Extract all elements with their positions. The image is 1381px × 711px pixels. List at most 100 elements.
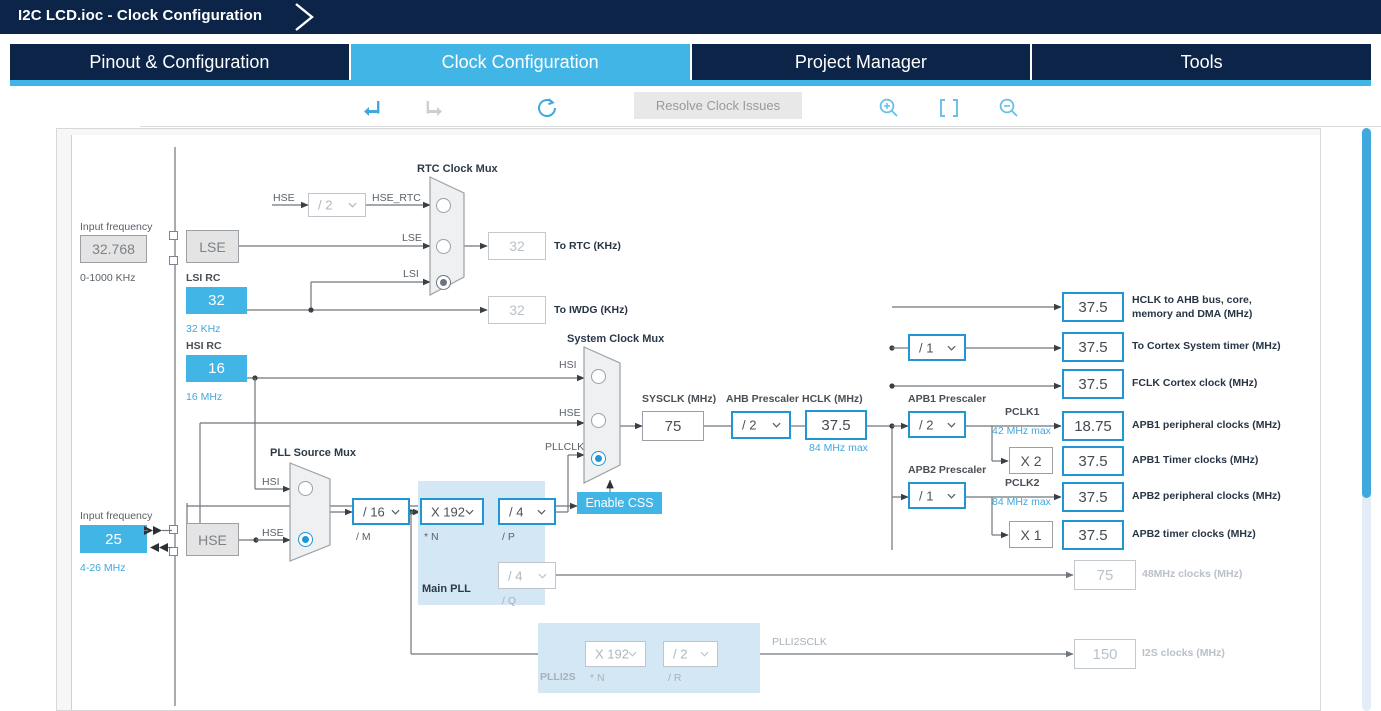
redo-icon[interactable] bbox=[420, 95, 446, 121]
lse-oscillator-block[interactable]: LSE bbox=[186, 230, 239, 263]
pll-p-divider-value: / 4 bbox=[509, 504, 524, 519]
zoom-in-icon[interactable] bbox=[876, 95, 902, 121]
hse-rtc-divider-select[interactable]: / 2 bbox=[308, 193, 366, 217]
chevron-down-icon bbox=[947, 422, 956, 428]
apb1-peripheral-clocks-value: 18.75 bbox=[1062, 411, 1124, 441]
chevron-down-icon bbox=[391, 509, 400, 515]
lsi-rc-value[interactable]: 32 bbox=[186, 287, 247, 314]
reset-icon[interactable] bbox=[534, 95, 560, 121]
i2s-clocks-value: 150 bbox=[1074, 639, 1136, 669]
fit-to-screen-icon[interactable] bbox=[936, 95, 962, 121]
pclk1-max-label: 42 MHz max bbox=[992, 425, 1051, 437]
resolve-clock-issues-button[interactable]: Resolve Clock Issues bbox=[634, 92, 802, 119]
plli2s-n-multiplier-label: * N bbox=[590, 672, 605, 684]
apb1-timer-clocks-value: 37.5 bbox=[1062, 446, 1124, 476]
tab-pinout-configuration[interactable]: Pinout & Configuration bbox=[10, 44, 351, 80]
apb2-prescaler-select[interactable]: / 1 bbox=[908, 482, 966, 509]
hclk-title: HCLK (MHz) bbox=[802, 393, 863, 405]
tab-clock-configuration[interactable]: Clock Configuration bbox=[350, 44, 692, 80]
clock-tree-canvas[interactable]: Input frequency 32.768 0-1000 KHz LSE LS… bbox=[71, 135, 1320, 710]
pll-source-mux-option-hse[interactable] bbox=[298, 532, 313, 547]
breadcrumb-chevron-icon bbox=[295, 3, 314, 31]
window-title: I2C LCD.ioc - Clock Configuration bbox=[18, 7, 263, 24]
apb1-timer-multiplier: X 2 bbox=[1009, 447, 1053, 474]
pll-q-divider-select[interactable]: / 4 bbox=[498, 562, 556, 589]
pll-m-divider-select[interactable]: / 16 bbox=[352, 498, 410, 525]
hse-rtc-divider-input-label: HSE bbox=[273, 192, 295, 204]
pll-source-mux-hsi-label: HSI bbox=[262, 476, 280, 488]
apb2-timer-clocks-label: APB2 timer clocks (MHz) bbox=[1132, 528, 1256, 540]
clk48-output-label: 48MHz clocks (MHz) bbox=[1142, 568, 1243, 580]
plli2s-n-multiplier-value: X 192 bbox=[595, 646, 629, 662]
title-bar: I2C LCD.ioc - Clock Configuration bbox=[0, 0, 1381, 34]
hclk-ahb-output-value: 37.5 bbox=[1062, 292, 1124, 322]
plli2s-r-divider-value: / 2 bbox=[673, 646, 688, 662]
pll-p-divider-label: / P bbox=[502, 531, 515, 543]
rtc-mux-option-hse-rtc[interactable] bbox=[436, 198, 451, 213]
rtc-mux-option-lsi[interactable] bbox=[436, 275, 451, 290]
plli2s-n-multiplier-select[interactable]: X 192 bbox=[585, 641, 646, 667]
vertical-scrollbar-thumb[interactable] bbox=[1362, 128, 1371, 498]
system-clock-mux-option-hse[interactable] bbox=[591, 413, 606, 428]
apb1-prescaler-value: / 2 bbox=[919, 417, 934, 432]
hsi-rc-value[interactable]: 16 bbox=[186, 355, 247, 382]
apb1-peripheral-clocks-label: APB1 peripheral clocks (MHz) bbox=[1132, 419, 1281, 431]
plli2s-r-divider-select[interactable]: / 2 bbox=[663, 641, 718, 667]
sysclk-value: 75 bbox=[642, 411, 704, 441]
lse-pin-top bbox=[169, 231, 178, 240]
pll-source-mux-option-hsi[interactable] bbox=[298, 481, 313, 496]
i2s-clocks-label: I2S clocks (MHz) bbox=[1142, 647, 1225, 659]
system-clock-mux-hse-label: HSE bbox=[559, 407, 581, 419]
hclk-max-label: 84 MHz max bbox=[809, 442, 868, 454]
toolbar-divider bbox=[140, 126, 1381, 127]
hse-input-frequency-value[interactable]: 25 bbox=[80, 525, 147, 553]
undo-icon[interactable] bbox=[360, 95, 386, 121]
enable-css-button[interactable]: Enable CSS bbox=[577, 492, 662, 514]
lse-input-frequency-value[interactable]: 32.768 bbox=[80, 235, 147, 263]
pll-n-multiplier-label: * N bbox=[424, 531, 439, 543]
hse-input-frequency-label: Input frequency bbox=[80, 510, 153, 522]
cortex-system-timer-divider-select[interactable]: / 1 bbox=[908, 334, 966, 361]
cortex-system-timer-output-value: 37.5 bbox=[1062, 332, 1124, 362]
apb2-timer-clocks-value: 37.5 bbox=[1062, 520, 1124, 550]
system-clock-mux-option-pllclk[interactable] bbox=[591, 451, 606, 466]
pll-n-multiplier-value: X 192 bbox=[431, 504, 465, 519]
chevron-down-icon bbox=[628, 651, 637, 657]
pclk2-max-label: 84 MHz max bbox=[992, 496, 1051, 508]
pll-p-divider-select[interactable]: / 4 bbox=[498, 498, 556, 525]
rtc-mux-lsi-input-label: LSI bbox=[403, 268, 419, 280]
plli2s-r-divider-label: / R bbox=[668, 672, 682, 684]
tab-tools[interactable]: Tools bbox=[1032, 44, 1371, 80]
apb1-prescaler-select[interactable]: / 2 bbox=[908, 411, 966, 438]
apb1-timer-clocks-label: APB1 Timer clocks (MHz) bbox=[1132, 454, 1259, 466]
lse-pin-bottom bbox=[169, 256, 178, 265]
rtc-mux-option-lse[interactable] bbox=[436, 239, 451, 254]
system-clock-mux-hsi-label: HSI bbox=[559, 359, 577, 371]
hse-range-label: 4-26 MHz bbox=[80, 562, 126, 574]
hclk-ahb-output-label: HCLK to AHB bus, core, bbox=[1132, 294, 1252, 306]
pll-source-mux-title: PLL Source Mux bbox=[270, 447, 356, 459]
chevron-down-icon bbox=[537, 509, 546, 515]
hclk-value[interactable]: 37.5 bbox=[805, 410, 867, 440]
zoom-out-icon[interactable] bbox=[996, 95, 1022, 121]
ahb-prescaler-select[interactable]: / 2 bbox=[731, 411, 791, 439]
apb2-peripheral-clocks-label: APB2 peripheral clocks (MHz) bbox=[1132, 490, 1281, 502]
hse-oscillator-block[interactable]: HSE bbox=[186, 523, 239, 556]
hclk-ahb-output-label-line2: memory and DMA (MHz) bbox=[1132, 308, 1253, 320]
ahb-prescaler-value: / 2 bbox=[742, 417, 757, 433]
chevron-down-icon bbox=[348, 202, 357, 208]
clock-tree-canvas-frame: Input frequency 32.768 0-1000 KHz LSE LS… bbox=[56, 128, 1321, 711]
pll-source-mux-shape[interactable] bbox=[289, 462, 332, 562]
fclk-cortex-output-value: 37.5 bbox=[1062, 369, 1124, 399]
hse-rtc-divider-output-label: HSE_RTC bbox=[372, 192, 421, 204]
pll-n-multiplier-select[interactable]: X 192 bbox=[420, 498, 484, 525]
chevron-down-icon bbox=[538, 573, 547, 579]
pll-m-divider-label: / M bbox=[356, 531, 371, 543]
lse-range-label: 0-1000 KHz bbox=[80, 272, 136, 284]
system-clock-mux-option-hsi[interactable] bbox=[591, 369, 606, 384]
apb2-prescaler-value: / 1 bbox=[919, 488, 934, 503]
tab-project-manager[interactable]: Project Manager bbox=[691, 44, 1033, 80]
lsi-rc-range-label: 32 KHz bbox=[186, 323, 221, 335]
cortex-system-timer-divider-value: / 1 bbox=[919, 340, 934, 355]
pclk2-label: PCLK2 bbox=[1005, 477, 1040, 489]
